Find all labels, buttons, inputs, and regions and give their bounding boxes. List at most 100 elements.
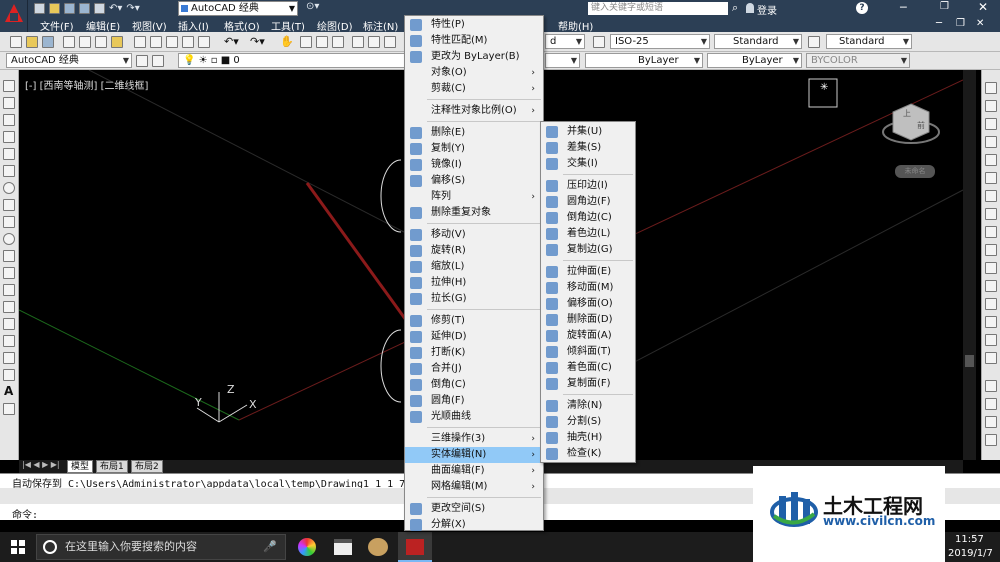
erase-tb-icon[interactable] xyxy=(985,82,997,94)
layer-manager-icon[interactable] xyxy=(152,55,164,67)
dim-arc-tb-icon[interactable] xyxy=(985,434,997,446)
menu-item-4[interactable]: 压印边(I) xyxy=(541,178,635,194)
dim-style-select[interactable]: ISO-25 ▼ xyxy=(610,34,710,49)
windows-start-icon[interactable] xyxy=(11,540,25,554)
menu-item-26[interactable]: 圆角(F) xyxy=(405,393,543,409)
menu-item-15[interactable]: 移动(V) xyxy=(405,227,543,243)
menu-file[interactable]: 文件(F) xyxy=(40,18,74,33)
binoculars-icon[interactable]: ⌕ xyxy=(732,1,738,15)
revcloud-icon[interactable] xyxy=(3,199,15,211)
cut-icon[interactable] xyxy=(134,36,146,48)
menu-item-19[interactable]: 清除(N) xyxy=(541,398,635,414)
mleader-style-select[interactable]: Standard ▼ xyxy=(826,34,912,49)
microphone-icon[interactable]: 🎤 xyxy=(263,535,277,559)
gradient-icon[interactable] xyxy=(3,335,15,347)
menu-item-16[interactable]: 着色面(C) xyxy=(541,360,635,376)
polyline-icon[interactable] xyxy=(3,114,15,126)
menu-view[interactable]: 视图(V) xyxy=(132,18,167,33)
copy-clip-icon[interactable] xyxy=(150,36,162,48)
menu-help[interactable]: 帮助(H) xyxy=(558,18,593,33)
menu-item-11[interactable]: 移动面(M) xyxy=(541,280,635,296)
fillet-tb-icon[interactable] xyxy=(985,334,997,346)
new-icon[interactable] xyxy=(34,3,45,14)
move-tb-icon[interactable] xyxy=(985,172,997,184)
menu-item-6[interactable]: 倒角边(C) xyxy=(541,210,635,226)
redo-icon[interactable]: ↷▾ xyxy=(126,3,139,14)
menu-item-13[interactable]: 删除面(D) xyxy=(541,312,635,328)
save-as-icon[interactable] xyxy=(79,3,90,14)
menu-item-14[interactable]: 旋转面(A) xyxy=(541,328,635,344)
array-tb-icon[interactable] xyxy=(985,154,997,166)
viewcube-top[interactable]: 上 xyxy=(903,108,911,119)
rectangle-icon[interactable] xyxy=(3,148,15,160)
clock-date[interactable]: 2019/1/7 xyxy=(948,548,993,559)
spline-icon[interactable] xyxy=(3,216,15,228)
undo-icon[interactable]: ↶▾ xyxy=(109,3,122,14)
text-style-select[interactable]: d ▼ xyxy=(545,34,585,49)
qsave-icon[interactable] xyxy=(42,36,54,48)
menu-item-27[interactable]: 光顺曲线 xyxy=(405,409,543,425)
scale-tb-icon[interactable] xyxy=(985,208,997,220)
workspace-settings-icon[interactable] xyxy=(136,55,148,67)
zoom-previous-icon[interactable] xyxy=(332,36,344,48)
workspace-combo[interactable]: AutoCAD 经典 ▼ xyxy=(6,53,132,68)
menu-item-8[interactable]: 复制边(G) xyxy=(541,242,635,258)
dim-linear-tb-icon[interactable] xyxy=(985,398,997,410)
restore-icon[interactable]: ❐ xyxy=(940,1,949,12)
offset-tb-icon[interactable] xyxy=(985,136,997,148)
menu-item-3[interactable]: 对象(O) › xyxy=(405,65,543,81)
menu-item-7[interactable]: 着色边(L) xyxy=(541,226,635,242)
menu-item-29[interactable]: 三维操作(3) › xyxy=(405,431,543,447)
make-block-icon[interactable] xyxy=(3,284,15,296)
viewcube-front[interactable]: 前 xyxy=(917,120,925,131)
menu-item-21[interactable]: 抽壳(H) xyxy=(541,430,635,446)
rotate-tb-icon[interactable] xyxy=(985,190,997,202)
redo-icon[interactable]: ↷▾ xyxy=(250,35,265,48)
scroll-thumb[interactable] xyxy=(965,355,974,367)
minimize-icon[interactable]: ─ xyxy=(900,1,907,14)
menu-item-34[interactable]: 更改空间(S) xyxy=(405,501,543,517)
menu-item-20[interactable]: 分割(S) xyxy=(541,414,635,430)
undo-icon[interactable]: ↶▾ xyxy=(224,35,239,48)
dim-aligned-tb-icon[interactable] xyxy=(985,416,997,428)
menu-format[interactable]: 格式(O) xyxy=(224,18,260,33)
doc-restore-icon[interactable]: ❐ xyxy=(956,18,965,29)
tool-palettes-icon[interactable] xyxy=(384,36,396,48)
plot-icon[interactable] xyxy=(63,36,75,48)
linetype-select[interactable]: ByLayer ▼ xyxy=(585,53,703,68)
ellipse-arc-icon[interactable] xyxy=(3,250,15,262)
mtext-icon[interactable]: A xyxy=(4,384,13,398)
color-select[interactable]: ▼ xyxy=(545,53,580,68)
menu-draw[interactable]: 绘图(D) xyxy=(317,18,353,33)
menu-item-2[interactable]: 更改为 ByLayer(B) xyxy=(405,49,543,65)
vertical-scrollbar[interactable] xyxy=(963,70,976,460)
menu-item-17[interactable]: 缩放(L) xyxy=(405,259,543,275)
matchprop-icon[interactable] xyxy=(182,36,194,48)
menu-item-8[interactable]: 删除(E) xyxy=(405,125,543,141)
circle-icon[interactable] xyxy=(3,182,15,194)
taskbar-search-input[interactable]: 在这里输入你要搜索的内容 🎤 xyxy=(36,534,286,560)
viewport-label[interactable]: [-] [西南等轴测] [二维线框] xyxy=(25,77,148,92)
save-icon[interactable] xyxy=(64,3,75,14)
design-center-icon[interactable] xyxy=(368,36,380,48)
menu-insert[interactable]: 插入(I) xyxy=(178,18,209,33)
menu-item-12[interactable]: 偏移面(O) xyxy=(541,296,635,312)
chamfer-tb-icon[interactable] xyxy=(985,316,997,328)
menu-item-35[interactable]: 分解(X) xyxy=(405,517,543,533)
menu-item-1[interactable]: 差集(S) xyxy=(541,140,635,156)
doc-minimize-icon[interactable]: ─ xyxy=(936,18,942,29)
menu-item-32[interactable]: 网格编辑(M) › xyxy=(405,479,543,495)
menu-item-6[interactable]: 注释性对象比例(O) › xyxy=(405,103,543,119)
pan-icon[interactable]: ✋ xyxy=(280,35,294,48)
block-editor-icon[interactable] xyxy=(198,36,210,48)
close-icon[interactable]: ✕ xyxy=(978,0,988,14)
menu-item-30[interactable]: 实体编辑(N) › xyxy=(405,447,543,463)
video-app-icon[interactable] xyxy=(334,539,352,555)
menu-item-18[interactable]: 拉伸(H) xyxy=(405,275,543,291)
menu-tools[interactable]: 工具(T) xyxy=(271,18,305,33)
command-prompt[interactable]: 命令: xyxy=(12,506,38,521)
tab-nav-icons[interactable]: |◀ ◀ ▶ ▶| xyxy=(22,460,60,469)
clock-time[interactable]: 11:57 xyxy=(955,534,984,545)
plotstyle-select[interactable]: BYCOLOR ▼ xyxy=(806,53,910,68)
arc-icon[interactable] xyxy=(3,165,15,177)
